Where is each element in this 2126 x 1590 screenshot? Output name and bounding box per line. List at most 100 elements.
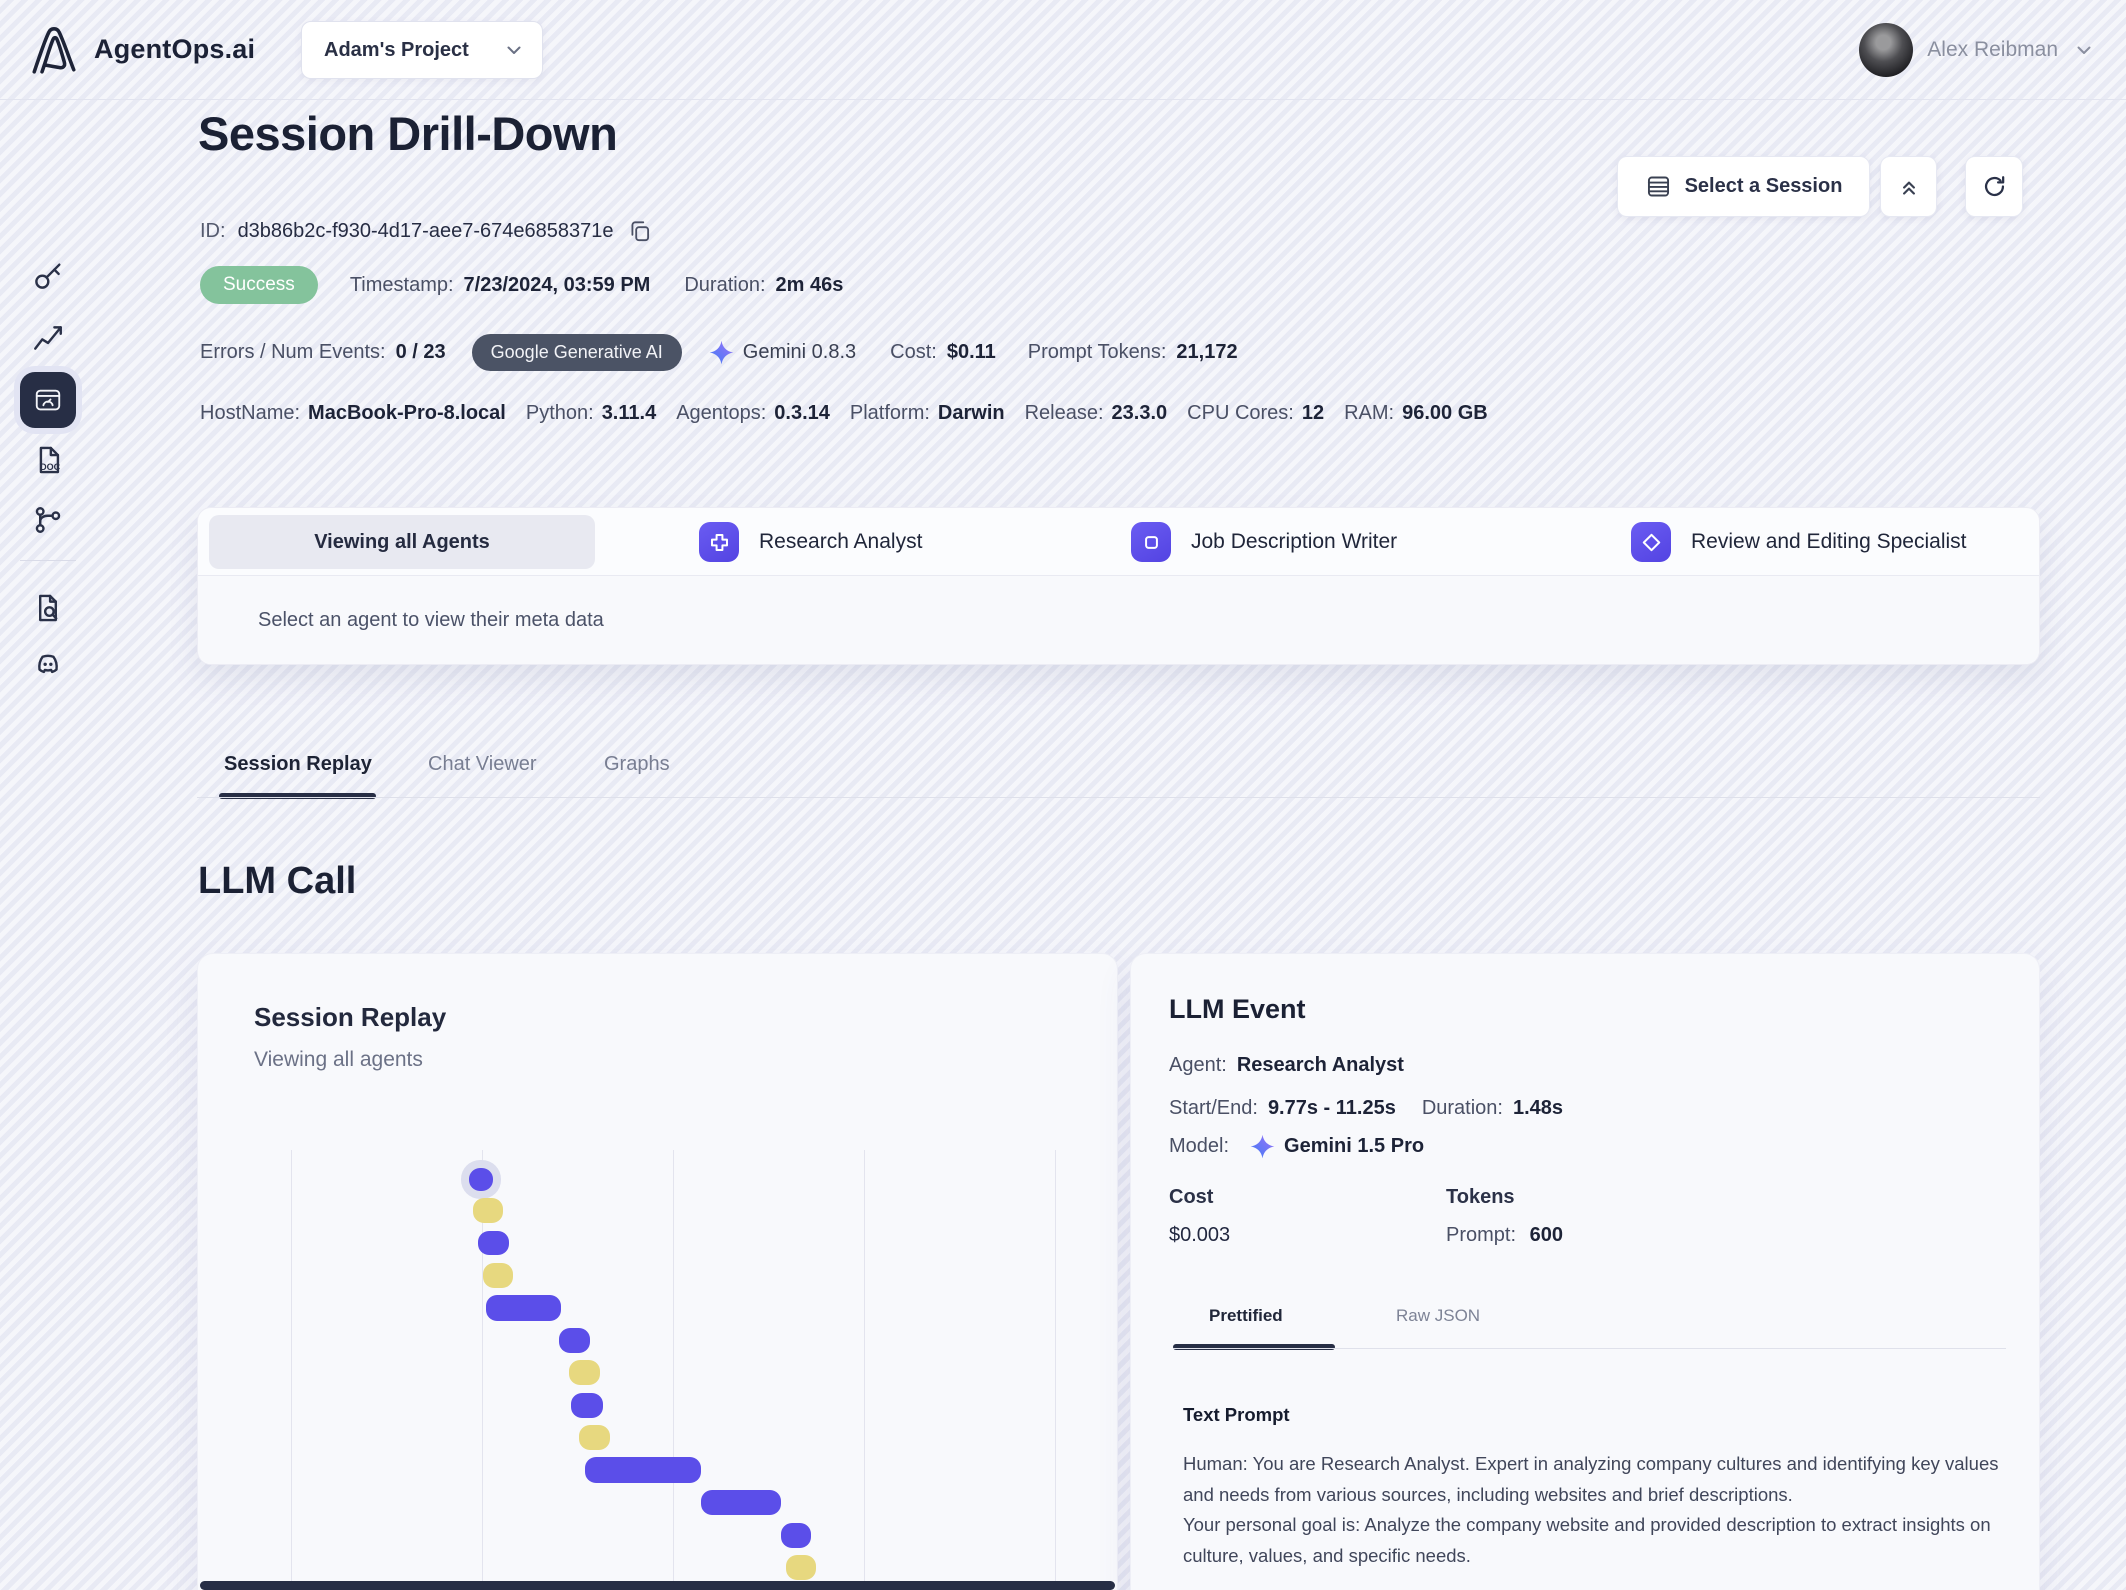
meta-row-host: HostName: MacBook-Pro-8.local Python: 3.…	[200, 402, 1488, 425]
replay-event-bar[interactable]	[571, 1393, 603, 1418]
user-menu[interactable]: Alex Reibman	[1859, 0, 2096, 100]
agentops-value: 0.3.14	[774, 402, 830, 424]
session-dashboard-icon[interactable]	[20, 372, 76, 428]
replay-event-bar[interactable]	[569, 1360, 600, 1385]
sidebar-divider	[20, 560, 76, 561]
project-selector[interactable]: Adam's Project	[301, 21, 543, 79]
analytics-icon[interactable]	[31, 321, 65, 355]
discord-icon[interactable]	[31, 648, 65, 682]
replay-event-bar[interactable]	[469, 1168, 493, 1191]
docs-icon[interactable]: DOC	[31, 443, 65, 477]
replay-event-bar[interactable]	[579, 1425, 610, 1450]
user-name: Alex Reibman	[1927, 38, 2058, 61]
cpu-value: 12	[1301, 402, 1325, 424]
copy-icon[interactable]	[627, 218, 653, 244]
provider-badge: Google Generative AI	[471, 334, 682, 371]
llm-event-title: LLM Event	[1169, 994, 1306, 1024]
agent-label: Research Analyst	[759, 530, 923, 553]
errors-value: 0 / 23	[395, 341, 446, 363]
errors-label: Errors / Num Events:	[200, 341, 386, 363]
release-label: Release:	[1024, 402, 1104, 424]
viewing-all-agents-label: Viewing all Agents	[314, 530, 490, 553]
ram-label: RAM:	[1344, 402, 1395, 424]
replay-event-bar[interactable]	[786, 1555, 816, 1580]
replay-event-bar[interactable]	[701, 1490, 781, 1515]
replay-event-bar[interactable]	[781, 1523, 811, 1548]
event-model-value: Gemini 1.5 Pro	[1284, 1135, 1425, 1157]
python-value: 3.11.4	[601, 402, 657, 424]
chevron-down-icon	[502, 38, 526, 62]
cost-label: Cost:	[890, 341, 937, 363]
replay-event-bar[interactable]	[473, 1198, 503, 1223]
chart-gridline	[864, 1150, 865, 1590]
text-prompt-paragraph: Human: You are Research Analyst. Expert …	[1183, 1453, 1999, 1505]
viewing-all-agents-tab[interactable]: Viewing all Agents	[209, 515, 595, 569]
left-sidebar: DOC	[0, 100, 96, 1590]
model-name: Gemini 0.8.3	[742, 341, 857, 363]
chart-gridline	[291, 1150, 292, 1590]
agent-tab-review-editing-specialist[interactable]: Review and Editing Specialist	[1631, 522, 1966, 562]
tab-session-replay[interactable]: Session Replay	[224, 753, 372, 776]
event-range-value: 9.77s - 11.25s	[1267, 1097, 1396, 1119]
git-branch-icon[interactable]	[31, 503, 65, 537]
timestamp-value: 7/23/2024, 03:59 PM	[463, 273, 651, 296]
text-prompt-body: Human: You are Research Analyst. Expert …	[1183, 1449, 2007, 1571]
tab-chat-viewer[interactable]: Chat Viewer	[428, 753, 537, 776]
cpu-label: CPU Cores:	[1187, 402, 1294, 424]
meta-row-events: Errors / Num Events: 0 / 23 Google Gener…	[200, 334, 1238, 371]
session-id-label: ID:	[200, 219, 226, 242]
release-value: 23.3.0	[1111, 402, 1168, 424]
agent-tab-research-analyst[interactable]: Research Analyst	[699, 522, 922, 562]
refresh-button[interactable]	[1965, 156, 2023, 217]
replay-scrollbar[interactable]	[200, 1581, 1115, 1590]
agent-diamond-icon	[1631, 522, 1671, 562]
tab-prettified[interactable]: Prettified	[1209, 1306, 1283, 1326]
chevron-down-icon	[2072, 38, 2096, 62]
replay-event-bar[interactable]	[585, 1457, 701, 1483]
gemini-icon	[1249, 1133, 1276, 1160]
key-icon[interactable]	[31, 259, 65, 293]
agents-hint-row: Select an agent to view their meta data	[198, 576, 2039, 664]
brand-name: AgentOps.ai	[94, 34, 256, 64]
select-session-label: Select a Session	[1684, 175, 1843, 197]
page-title: Session Drill-Down	[198, 107, 618, 160]
platform-label: Platform:	[849, 402, 930, 424]
file-search-icon[interactable]	[31, 591, 65, 625]
session-id-row: ID: d3b86b2c-f930-4d17-aee7-674e6858371e	[200, 218, 653, 244]
event-duration-label: Duration:	[1421, 1097, 1503, 1119]
event-tabs-divider	[1173, 1348, 2006, 1349]
event-prompt-tokens: Prompt: 600	[1446, 1224, 1563, 1247]
brand[interactable]: AgentOps.ai	[28, 24, 255, 76]
tab-raw-json[interactable]: Raw JSON	[1396, 1306, 1480, 1326]
agent-tab-job-description-writer[interactable]: Job Description Writer	[1131, 522, 1397, 562]
agentops-logo-icon	[28, 24, 80, 76]
replay-event-bar[interactable]	[559, 1328, 590, 1353]
tab-graphs[interactable]: Graphs	[604, 753, 670, 776]
gemini-icon	[708, 339, 735, 366]
timestamp-label: Timestamp:	[349, 273, 454, 296]
chart-gridline	[1055, 1150, 1056, 1590]
event-tokens-label: Tokens	[1446, 1186, 1515, 1208]
replay-event-bar[interactable]	[486, 1295, 561, 1321]
llm-call-heading: LLM Call	[198, 860, 357, 902]
event-range-label: Start/End:	[1169, 1097, 1258, 1119]
agents-tabs-row: Viewing all Agents Research Analyst Job …	[198, 508, 2039, 576]
top-header: AgentOps.ai Adam's Project Alex Reibman	[0, 0, 2126, 100]
prompt-tokens-value: 21,172	[1176, 341, 1238, 363]
replay-event-bar[interactable]	[483, 1263, 513, 1288]
refresh-icon	[1981, 173, 2008, 200]
chevrons-up-icon	[1896, 174, 1922, 200]
duration-value: 2m 46s	[775, 273, 844, 296]
chart-gridline	[673, 1150, 674, 1590]
text-prompt-heading: Text Prompt	[1183, 1404, 1290, 1425]
python-label: Python:	[525, 402, 594, 424]
select-session-button[interactable]: Select a Session	[1617, 156, 1870, 217]
llm-event-card: LLM Event Agent: Research Analyst Start/…	[1130, 953, 2040, 1590]
avatar	[1859, 23, 1914, 77]
event-prompt-value: 600	[1529, 1224, 1563, 1246]
svg-text:DOC: DOC	[40, 462, 61, 472]
replay-event-bar[interactable]	[478, 1231, 509, 1255]
collapse-button[interactable]	[1880, 156, 1937, 217]
meta-row-status: Success Timestamp: 7/23/2024, 03:59 PM D…	[200, 266, 843, 304]
project-selector-value: Adam's Project	[324, 38, 469, 61]
